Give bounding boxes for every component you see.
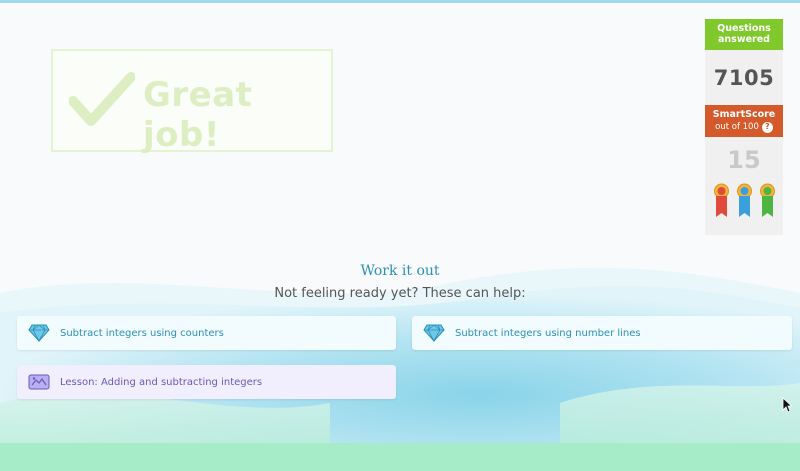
- diamond-icon: [423, 324, 445, 342]
- link-subtract-integers-counters[interactable]: Subtract integers using counters: [17, 316, 396, 350]
- link-subtract-integers-number-lines[interactable]: Subtract integers using number lines: [412, 316, 792, 350]
- smartscore-sub: out of 100 ?: [705, 121, 783, 133]
- questions-answered-label: Questions answered: [705, 19, 783, 50]
- link-label: Subtract integers using number lines: [455, 327, 641, 339]
- questions-answered-value: 7105: [713, 65, 775, 90]
- link-label: Subtract integers using counters: [60, 327, 224, 339]
- link-lesson-adding-subtracting-integers[interactable]: Lesson: Adding and subtracting integers: [17, 365, 396, 399]
- work-it-out-subtitle: Not feeling ready yet? These can help:: [274, 286, 526, 301]
- smartscore-header: SmartScore out of 100 ?: [705, 105, 783, 137]
- medals: [705, 183, 783, 219]
- help-icon[interactable]: ?: [761, 121, 773, 133]
- diamond-icon: [28, 324, 50, 342]
- medal-green-icon: [759, 183, 775, 217]
- lesson-icon: [28, 374, 50, 390]
- mouse-cursor-icon: [782, 397, 792, 413]
- medal-red-icon: [713, 183, 729, 217]
- link-label: Lesson: Adding and subtracting integers: [60, 376, 263, 388]
- smartscore-label: SmartScore: [712, 109, 776, 120]
- checkmark-icon: [69, 72, 135, 126]
- great-job-banner: Great job!: [51, 49, 333, 155]
- work-it-out-title: Work it out: [360, 263, 440, 279]
- stats-panel: Questions answered 7105 SmartScore out o…: [705, 19, 783, 235]
- great-job-text: Great job!: [143, 75, 253, 155]
- smartscore-value: 15: [727, 146, 761, 174]
- medal-blue-icon: [736, 183, 752, 217]
- smartscore-sub-text: out of 100: [715, 122, 759, 132]
- wave-background: [0, 267, 800, 453]
- bottom-band: [0, 443, 800, 471]
